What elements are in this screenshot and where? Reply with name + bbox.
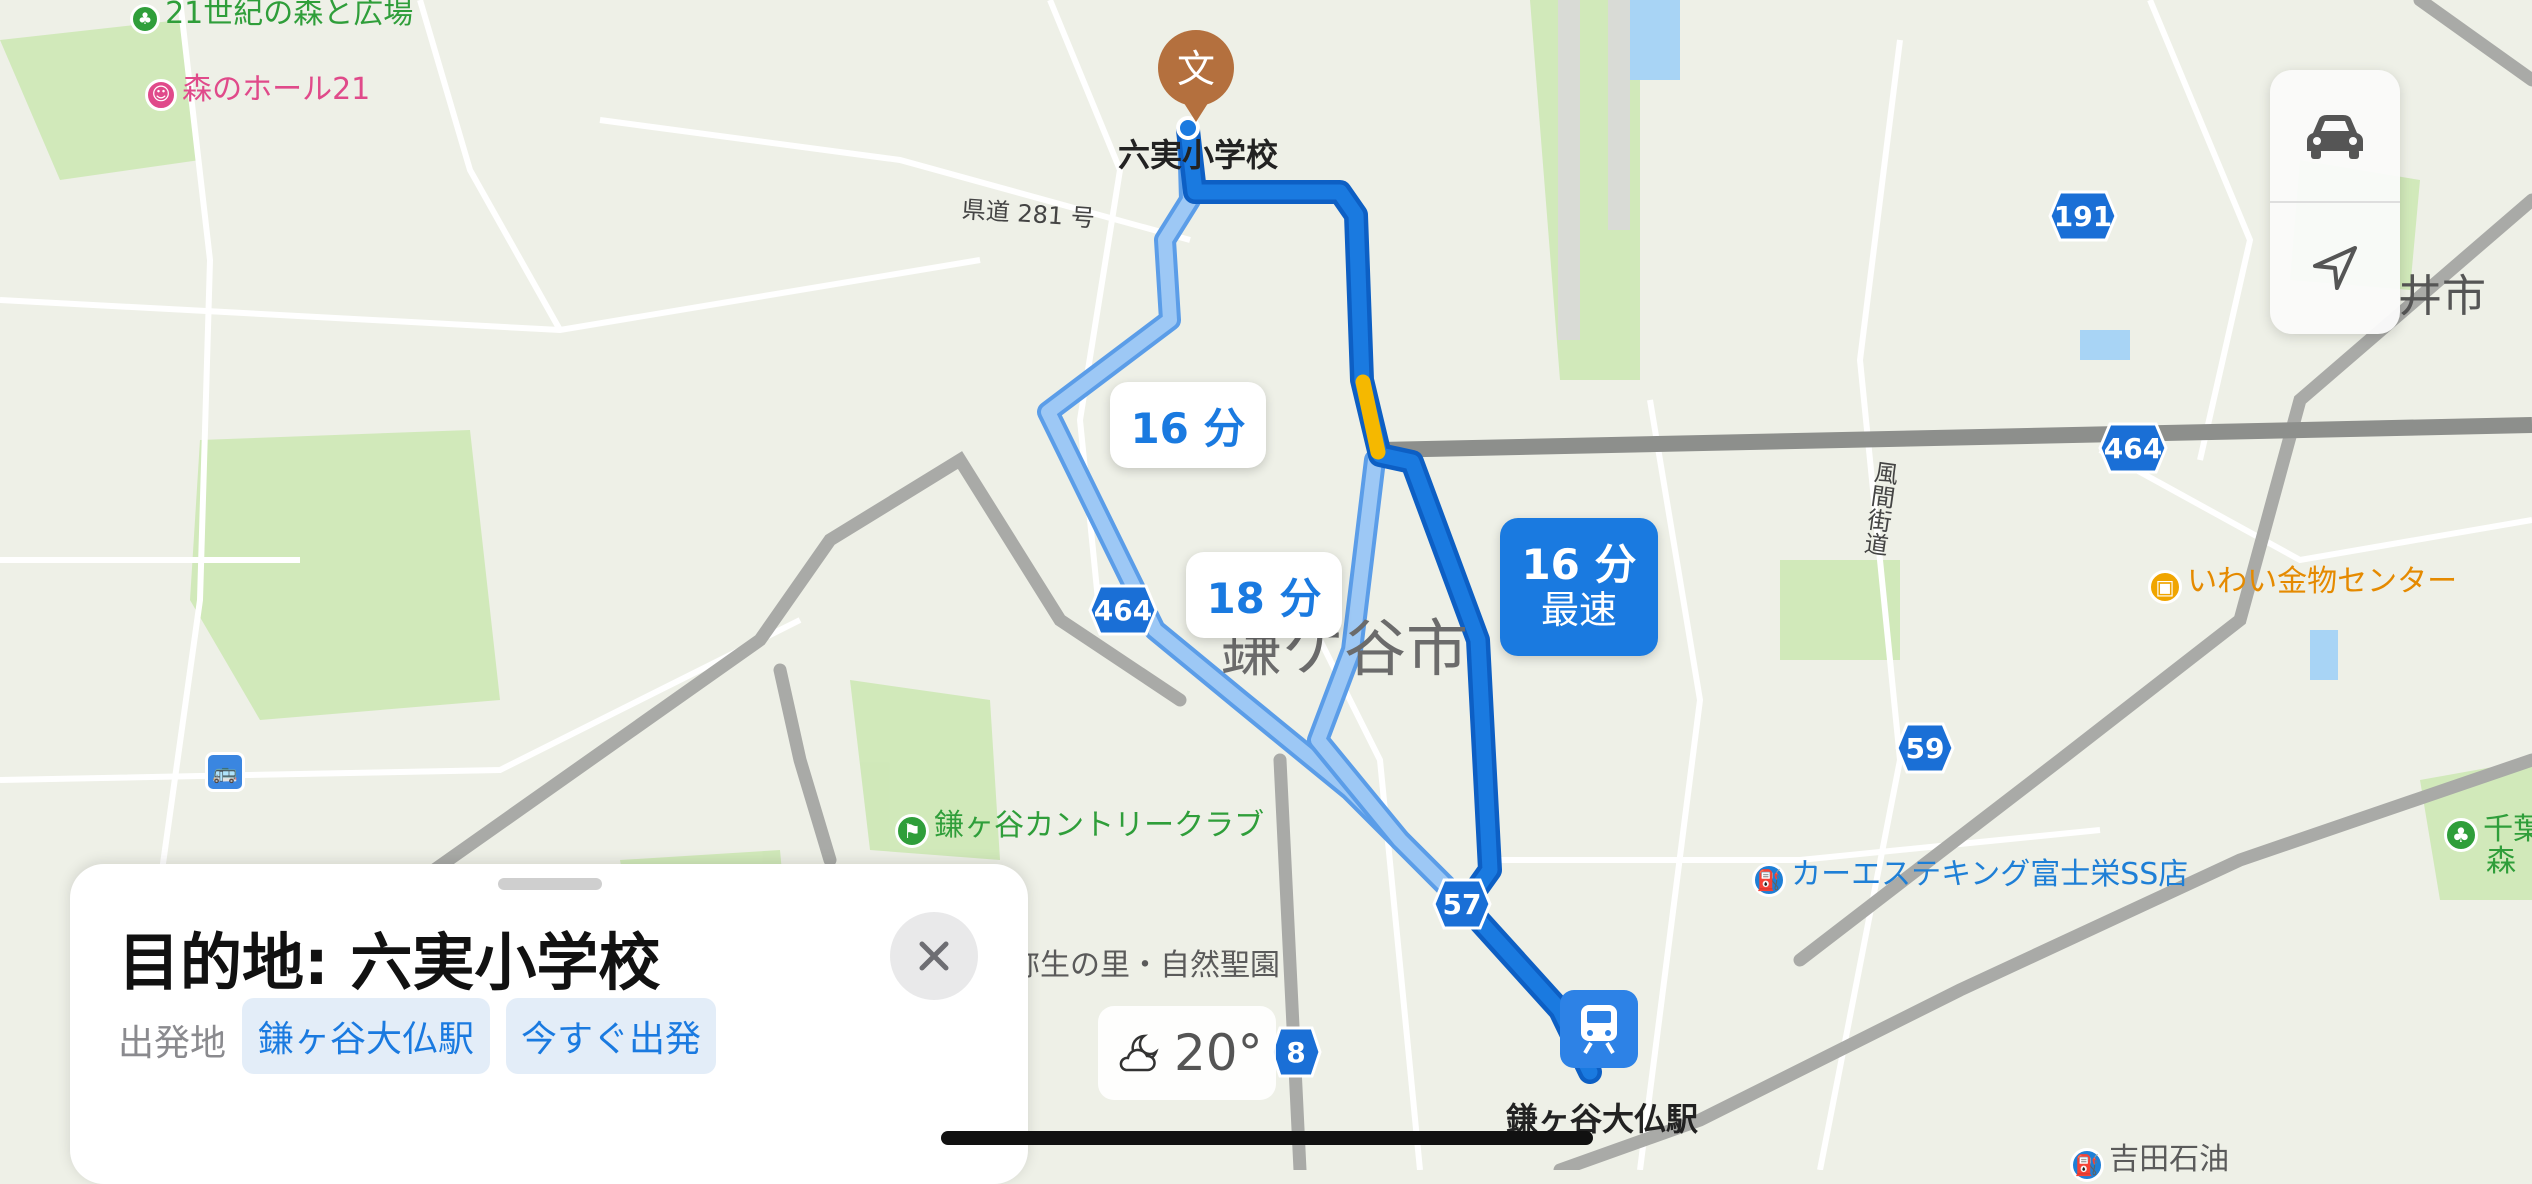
highway-shield-59: 59 xyxy=(1895,722,1955,774)
gas-station-icon: ⛽ xyxy=(1752,862,1786,897)
route-callout-alt-18[interactable]: 18 分 xyxy=(1186,552,1342,638)
shop-icon: ▣ xyxy=(2148,569,2182,604)
highway-shield-464-west: 464 xyxy=(1088,584,1158,636)
place-chiba-park-line2: 森 xyxy=(2486,844,2516,879)
place-yayoi-no-sato[interactable]: 弥生の里・自然聖園 xyxy=(1010,940,1280,984)
bus-stop-icon[interactable]: 🚌 xyxy=(205,752,245,792)
departure-time-chip[interactable]: 今すぐ出発 xyxy=(506,998,716,1074)
theater-icon: ☺ xyxy=(145,78,177,111)
destination-pin[interactable]: 文 xyxy=(1156,28,1236,122)
route-callout-fastest[interactable]: 16 分 最速 xyxy=(1500,518,1658,656)
city-label-edge: 井市 xyxy=(2398,271,2486,322)
directions-panel: 目的地: 六実小学校 出発地 鎌ヶ谷大仏駅 今すぐ出発 xyxy=(70,864,1028,1184)
golf-icon: ⚑ xyxy=(895,813,929,848)
place-kamagaya-country-club[interactable]: ⚑ 鎌ヶ谷カントリークラブ xyxy=(895,800,1264,848)
place-car-esthe-king[interactable]: ⛽ カーエステキング富士栄SS店 xyxy=(1752,849,2188,897)
weather-badge: 20° xyxy=(1098,1006,1276,1100)
park-icon: ♣ xyxy=(2444,817,2478,852)
place-iwai-kanamono[interactable]: ▣ いわい金物センター xyxy=(2148,556,2457,604)
park-icon: ♣ xyxy=(130,3,160,34)
origin-chip[interactable]: 鎌ヶ谷大仏駅 xyxy=(242,998,490,1074)
location-arrow-icon xyxy=(2313,246,2357,290)
route-callout-alt-16[interactable]: 16 分 xyxy=(1110,382,1266,468)
destination-label[interactable]: 六実小学校 xyxy=(1118,130,1278,176)
school-icon: 文 xyxy=(1176,47,1215,91)
route-tag: 最速 xyxy=(1540,588,1617,633)
place-21st-century-park[interactable]: ♣ 21世紀の森と広場 xyxy=(130,0,413,34)
train-icon xyxy=(1581,1005,1617,1055)
origin-label: 出発地 xyxy=(118,1023,227,1064)
route-time: 16 分 xyxy=(1130,403,1246,453)
gas-station-icon: ⛽ xyxy=(2070,1147,2104,1182)
route-time: 18 分 xyxy=(1206,573,1322,623)
car-icon xyxy=(2307,115,2363,159)
map-controls xyxy=(2270,70,2400,334)
origin-station-marker[interactable] xyxy=(1560,990,1638,1068)
partly-cloudy-night-icon xyxy=(1119,1034,1159,1072)
locate-button[interactable] xyxy=(2270,202,2400,334)
route-time: 16 分 xyxy=(1521,540,1637,589)
temperature: 20° xyxy=(1174,1024,1263,1082)
destination-title: 目的地: 六実小学校 xyxy=(118,926,661,999)
panel-grabber[interactable] xyxy=(498,878,602,890)
highway-shield-57: 57 xyxy=(1432,878,1492,930)
drive-mode-button[interactable] xyxy=(2270,70,2400,202)
close-icon xyxy=(919,941,949,971)
highway-shield-464-east: 464 xyxy=(2098,422,2168,474)
close-button[interactable] xyxy=(890,912,978,1000)
home-indicator[interactable] xyxy=(941,1131,1593,1145)
place-mori-hall[interactable]: ☺ 森のホール21 xyxy=(145,64,370,111)
place-yoshida-sekiyu[interactable]: ⛽ 吉田石油 xyxy=(2070,1134,2229,1182)
highway-shield-8: 8 xyxy=(1270,1026,1322,1078)
highway-shield-191: 191 xyxy=(2048,190,2118,242)
